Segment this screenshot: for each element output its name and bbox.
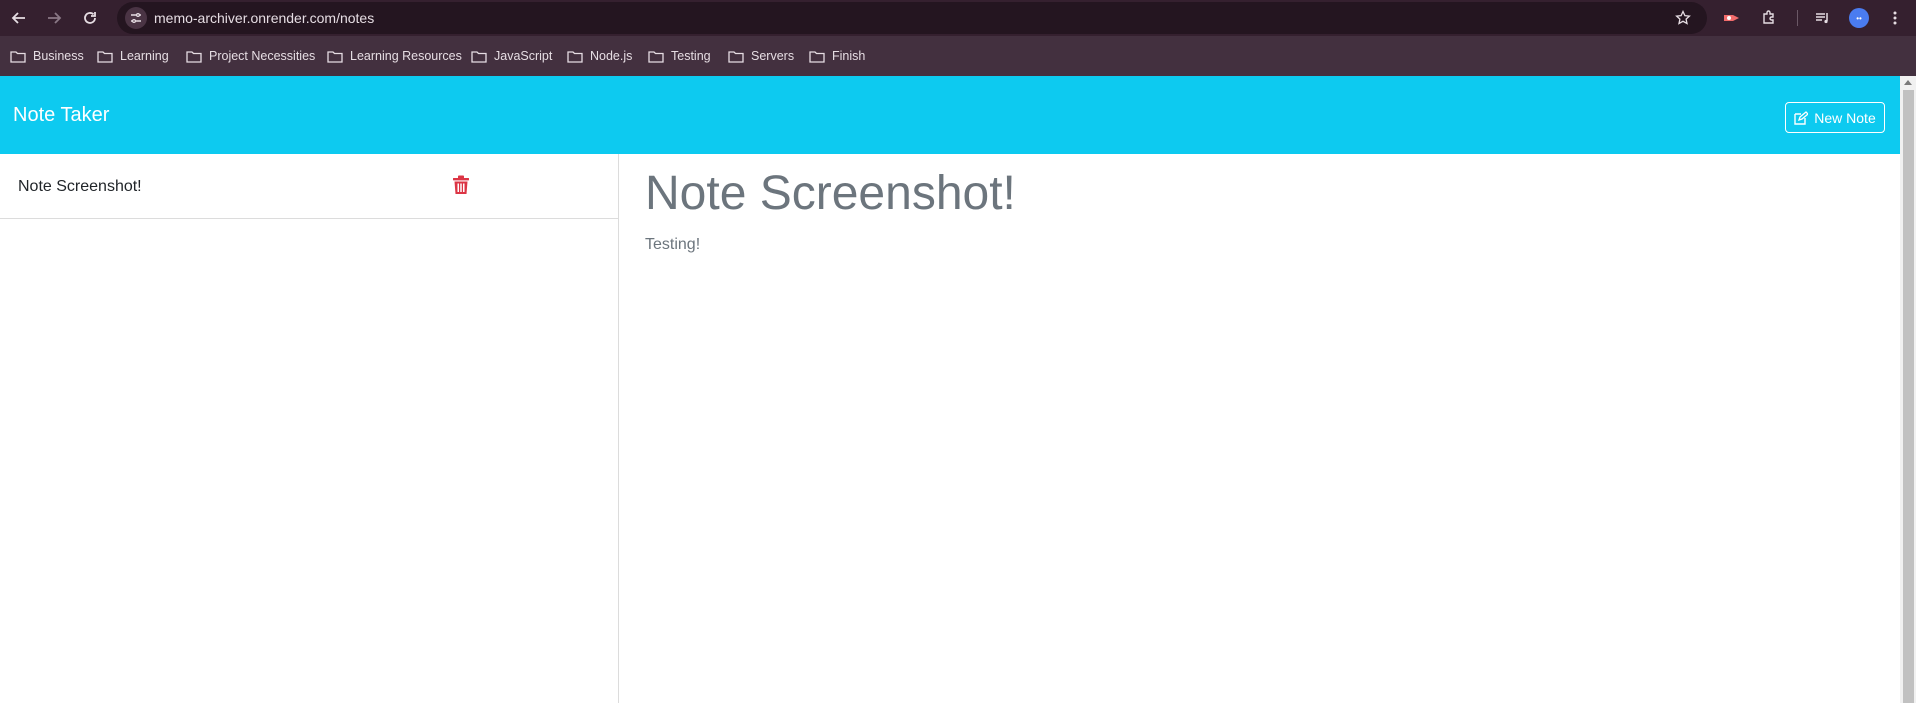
tune-icon: [131, 13, 141, 23]
bookmark-folder-javascript[interactable]: JavaScript: [471, 46, 552, 66]
more-vert-icon: [1893, 11, 1897, 25]
bookmark-label: Servers: [751, 49, 795, 63]
reload-button[interactable]: [76, 4, 104, 32]
puzzle-icon: [1763, 10, 1774, 24]
notes-list: Note Screenshot!: [0, 154, 619, 703]
site-info-button[interactable]: [125, 7, 147, 29]
scroll-up-arrow[interactable]: [1904, 80, 1912, 85]
bookmark-label: JavaScript: [494, 49, 553, 63]
arrow-left-icon: [11, 12, 25, 24]
bookmark-label: Finish: [832, 49, 866, 63]
bookmark-folder-learning[interactable]: Learning: [97, 46, 169, 66]
extension-button[interactable]: [1720, 6, 1744, 30]
playlist-icon: [1816, 13, 1828, 24]
folder-icon: [471, 50, 487, 63]
folder-icon: [10, 50, 26, 63]
bookmark-folder-finish[interactable]: Finish: [809, 46, 865, 66]
folder-icon: [327, 50, 343, 63]
list-item[interactable]: Note Screenshot!: [0, 154, 618, 219]
note-item-title[interactable]: Note Screenshot!: [18, 178, 142, 196]
profile-avatar[interactable]: ••: [1849, 8, 1869, 28]
app-title[interactable]: Note Taker: [13, 104, 109, 127]
bookmark-folder-testing[interactable]: Testing: [648, 46, 711, 66]
bookmark-folder-nodejs[interactable]: Node.js: [567, 46, 632, 66]
browser-menu-button[interactable]: [1883, 6, 1907, 30]
folder-icon: [809, 50, 825, 63]
folder-icon: [648, 50, 664, 63]
bookmark-star-button[interactable]: [1673, 8, 1693, 28]
extensions-menu-button[interactable]: [1757, 6, 1781, 30]
note-text[interactable]: Testing!: [645, 236, 700, 254]
back-button[interactable]: [5, 4, 33, 32]
bookmark-label: Learning Resources: [350, 49, 462, 63]
reload-icon: [84, 12, 96, 24]
browser-toolbar: memo-archiver.onrender.com/notes ••: [0, 0, 1916, 36]
bookmark-label: Testing: [671, 49, 711, 63]
edit-icon: [1794, 110, 1809, 125]
new-note-button[interactable]: New Note: [1785, 102, 1885, 133]
app-navbar: Note Taker New Note: [0, 76, 1900, 154]
folder-icon: [186, 50, 202, 63]
toolbar-separator: [1797, 10, 1798, 26]
folder-icon: [728, 50, 744, 63]
url-text[interactable]: memo-archiver.onrender.com/notes: [154, 10, 374, 26]
bookmark-folder-servers[interactable]: Servers: [728, 46, 794, 66]
avatar-text: ••: [1856, 13, 1862, 23]
bookmark-label: Learning: [120, 49, 169, 63]
trash-icon[interactable]: [452, 175, 470, 195]
bookmark-label: Node.js: [590, 49, 633, 63]
reading-list-button[interactable]: [1811, 6, 1835, 30]
note-editor: Note Screenshot! Testing!: [620, 154, 1900, 703]
folder-icon: [567, 50, 583, 63]
record-extension-icon: [1724, 15, 1739, 21]
bookmark-folder-business[interactable]: Business: [10, 46, 84, 66]
new-note-label: New Note: [1814, 109, 1876, 126]
folder-icon: [97, 50, 113, 63]
bookmark-label: Business: [33, 49, 84, 63]
address-bar[interactable]: memo-archiver.onrender.com/notes: [117, 2, 1707, 34]
star-icon: [1675, 10, 1691, 25]
bookmark-folder-learning-resources[interactable]: Learning Resources: [327, 46, 462, 66]
forward-button[interactable]: [40, 4, 68, 32]
bookmarks-bar: Business Learning Project Necessities Le…: [0, 36, 1916, 76]
page-scrollbar[interactable]: [1900, 76, 1916, 703]
bookmark-label: Project Necessities: [209, 49, 316, 63]
bookmark-folder-project-necessities[interactable]: Project Necessities: [186, 46, 315, 66]
scrollbar-thumb[interactable]: [1903, 90, 1914, 703]
arrow-right-icon: [48, 12, 62, 24]
note-title[interactable]: Note Screenshot!: [645, 166, 1016, 221]
